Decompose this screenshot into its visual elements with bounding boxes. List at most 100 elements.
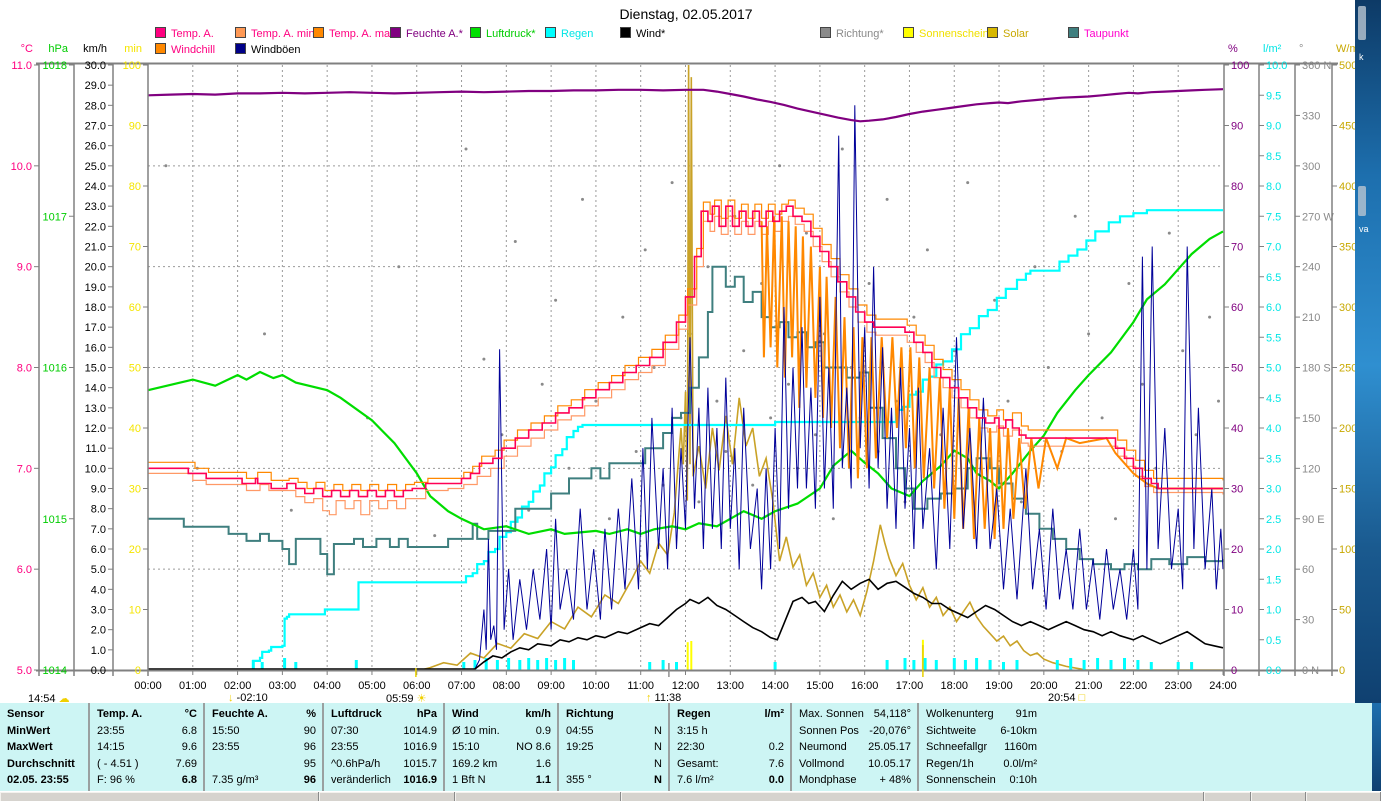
richtung-dot — [1033, 265, 1037, 269]
richtung-dot — [925, 248, 929, 252]
windboeen-swatch-icon — [235, 43, 246, 54]
info-row: Schneefallgr 1160m — [926, 741, 1037, 753]
svg-text:2.5: 2.5 — [1266, 514, 1281, 526]
richtung-dot — [787, 382, 790, 386]
svg-text:90: 90 — [1231, 121, 1243, 133]
svg-text:60: 60 — [129, 302, 141, 314]
svg-text:15.0: 15.0 — [85, 363, 106, 375]
x-axis-hour-label: 02:00 — [224, 680, 252, 692]
svg-text:50: 50 — [1339, 605, 1351, 617]
richtung-dot — [1100, 416, 1104, 420]
legend-label: Sonnenschein — [919, 28, 989, 40]
svg-text:1014: 1014 — [43, 665, 67, 677]
table-cell-row: 14:15 9.6 — [97, 741, 197, 753]
svg-text:6.0: 6.0 — [1266, 302, 1281, 314]
info-row: Sichtweite 6-10km — [926, 724, 1037, 737]
info-row: Max. Sonnen 54,118° — [799, 708, 911, 720]
x-axis-hour-label: 01:00 — [179, 680, 207, 692]
svg-text:150: 150 — [1302, 413, 1320, 425]
svg-text:19.0: 19.0 — [85, 282, 106, 294]
table-column-richtung: Richtung 04:55 N 19:25 N N 355 ° N — [557, 703, 668, 791]
legend-label: Solar — [1003, 28, 1029, 40]
table-column-wind: Wind km/h Ø 10 min. 0.9 15:10 NO 8.6 169.2 km 1… — [443, 703, 557, 791]
info-row: Sonnenschein 0:10h — [926, 774, 1037, 786]
table-row-labels-column: Sensor MinWert MaxWert Durchschnitt 02.05. 2… — [0, 703, 88, 791]
richtung-dot — [1019, 500, 1023, 504]
legend-label: Windchill — [171, 44, 216, 56]
svg-text:8.0: 8.0 — [91, 504, 106, 516]
svg-text:2.0: 2.0 — [91, 625, 106, 637]
svg-text:8.5: 8.5 — [1266, 151, 1281, 163]
richtung-dot — [621, 315, 625, 319]
richtung-dot — [540, 382, 544, 386]
desktop-background-strip-bottom — [1372, 703, 1381, 791]
x-axis-hour-label: 04:00 — [313, 680, 341, 692]
svg-text:29.0: 29.0 — [85, 80, 106, 92]
svg-text:40: 40 — [129, 423, 141, 435]
svg-text:120: 120 — [1302, 463, 1320, 475]
svg-text:90: 90 — [129, 121, 141, 133]
svg-text:0: 0 — [135, 665, 141, 677]
svg-text:6.0: 6.0 — [17, 564, 32, 576]
svg-text:7.5: 7.5 — [1266, 211, 1281, 223]
x-axis-hour-label: 05:00 — [358, 680, 386, 692]
x-axis-hour-label: 17:00 — [896, 680, 924, 692]
svg-text:70: 70 — [129, 242, 141, 254]
desktop-label-fragment: k — [1359, 52, 1364, 62]
svg-text:270 W: 270 W — [1302, 211, 1334, 223]
richtung-dot — [778, 164, 782, 168]
table-cell-row: ^0.6hPa/h 1015.7 — [331, 757, 437, 770]
column-header: Regen l/m² — [677, 708, 784, 720]
svg-text:1015: 1015 — [43, 514, 67, 526]
richtung-dot — [643, 248, 647, 252]
legend-item-taupunkt: Taupunkt — [1068, 27, 1129, 40]
table-row-label: 02.05. 23:55 — [7, 774, 69, 786]
svg-text:60: 60 — [1231, 302, 1243, 314]
table-row-label: Sensor — [7, 708, 45, 720]
svg-text:80: 80 — [129, 181, 141, 193]
richtung-dot — [1217, 399, 1220, 403]
richtung-dot — [554, 298, 558, 302]
column-header: Richtung — [566, 708, 614, 720]
svg-text:3.0: 3.0 — [91, 605, 106, 617]
richtung-dot — [482, 357, 486, 361]
table-cell-row: 15:50 90 — [212, 724, 316, 737]
table-row-label: MaxWert — [7, 741, 53, 753]
temp-a-swatch-icon — [155, 27, 166, 38]
table-cell-row: 04:55 N — [566, 724, 662, 737]
svg-text:5.0: 5.0 — [91, 564, 106, 576]
richtung-dot — [634, 450, 638, 453]
table-cell-row: 23:55 96 — [212, 741, 316, 753]
feuchte-a-swatch-icon — [390, 27, 401, 38]
richtung-dot — [724, 450, 728, 453]
x-axis-hour-label: 03:00 — [269, 680, 297, 692]
svg-text:3.5: 3.5 — [1266, 453, 1281, 465]
table-cell-row: 23:55 1016.9 — [331, 741, 437, 753]
taupunkt-swatch-icon — [1068, 27, 1079, 38]
richtung-dot — [993, 298, 997, 302]
table-column-temp-a-: Temp. A. °C 23:55 6.8 14:15 9.6 ( - 4.51 ) 7.69… — [88, 703, 203, 791]
svg-text:5.0: 5.0 — [17, 665, 32, 677]
svg-text:11.0: 11.0 — [85, 443, 106, 455]
table-column-regen: Regen l/m² 3:15 h 22:30 0.2 Gesamt: 7.6 7.6 l/m… — [668, 703, 790, 791]
x-axis-hour-label: 08:00 — [493, 680, 521, 692]
info-row: Sonnen Pos -20,076° — [799, 724, 911, 737]
richtung-dot — [567, 466, 571, 470]
table-cell-row: 3:15 h — [677, 724, 708, 737]
richtung-dot — [1006, 399, 1010, 403]
x-axis-hour-label: 16:00 — [851, 680, 879, 692]
svg-text:7.0: 7.0 — [17, 463, 32, 475]
weather-chart-svg: 5.06.07.08.09.010.011.0°C101410151016101… — [11, 43, 1363, 692]
info-row: Regen/1h 0.0l/m² — [926, 757, 1037, 770]
regen-swatch-icon — [545, 27, 556, 38]
wind-swatch-icon — [620, 27, 631, 38]
svg-text:12.0: 12.0 — [85, 423, 106, 435]
windchill-swatch-icon — [155, 43, 166, 54]
legend-item-regen: Regen — [545, 27, 593, 40]
richtung-dot — [263, 332, 266, 336]
solar-swatch-icon — [987, 27, 998, 38]
svg-text:0.0: 0.0 — [1266, 665, 1281, 677]
svg-text:2.0: 2.0 — [1266, 544, 1281, 556]
legend-item-luftdruck: Luftdruck* — [470, 27, 536, 40]
svg-text:9.0: 9.0 — [91, 484, 106, 496]
